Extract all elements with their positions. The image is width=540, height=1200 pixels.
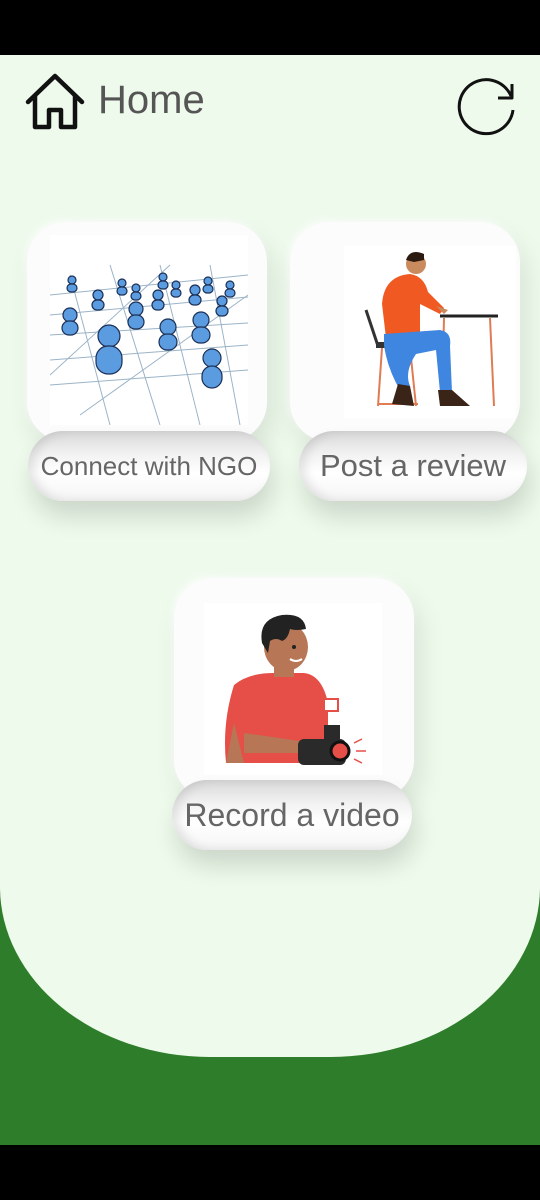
people-network-illustration [50, 235, 248, 425]
connect-ngo-button[interactable]: Connect with NGO [28, 431, 270, 501]
record-video-button[interactable]: Record a video [172, 780, 412, 850]
man-with-camera-illustration [204, 603, 382, 775]
record-video-card[interactable] [174, 578, 414, 800]
person-at-desk-illustration [344, 246, 516, 418]
page-title: Home [98, 78, 205, 122]
navigation-bar [0, 1145, 540, 1200]
post-review-card[interactable] [290, 222, 520, 442]
content-panel [0, 55, 540, 1057]
app-screen: Home Connect with NGO Post a review Reco… [0, 55, 540, 1145]
home-icon[interactable] [24, 72, 86, 132]
connect-ngo-card[interactable] [27, 222, 267, 442]
post-review-button[interactable]: Post a review [299, 431, 527, 501]
status-bar [0, 0, 540, 55]
refresh-icon[interactable] [455, 72, 519, 136]
